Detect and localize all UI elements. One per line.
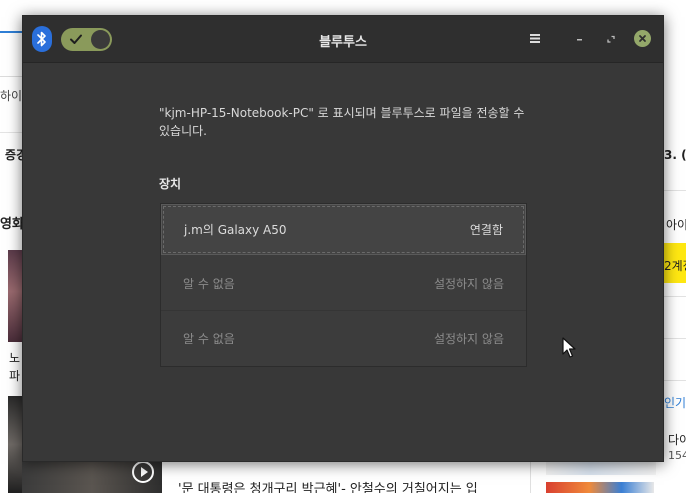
play-icon[interactable] (132, 461, 154, 483)
device-status: 설정하지 않음 (433, 332, 504, 346)
bg-news-caption-1b[interactable]: 파 (9, 367, 20, 384)
bg-news-caption-1a[interactable]: 노 (9, 349, 20, 366)
device-row[interactable]: 알 수 없음 설정하지 않음 (161, 311, 526, 366)
bg-right-text-1: 아이 (666, 218, 686, 232)
devices-heading: 장치 (159, 177, 182, 191)
mouse-cursor-icon (562, 337, 576, 358)
bg-column-divider (530, 462, 531, 493)
bg-divider-1 (0, 76, 22, 77)
bg-right-divider-1 (664, 190, 686, 191)
bg-right-heading: 3. (목 (664, 148, 686, 162)
bg-news-thumbnail-1[interactable] (8, 250, 22, 342)
visibility-description: "kjm-HP-15-Notebook-PC" 로 표시되며 블루투스로 파일을… (159, 106, 525, 138)
bluetooth-window: 블루투스 "kjm-HP-15-Notebook-PC" 로 표시되며 블루투스… (22, 15, 664, 462)
bg-right-count: 154 (668, 449, 686, 462)
bg-login-label[interactable]: 2계정 (664, 257, 686, 274)
bg-tab-underline (0, 31, 24, 33)
device-list: j.m의 Galaxy A50 연결함 알 수 없음 설정하지 않음 알 수 없… (160, 203, 527, 367)
title-bar[interactable]: 블루투스 (23, 16, 663, 63)
bg-headline[interactable]: '문 대통령은 청개구리 박근혜'- 안철수의 거칠어지는 입 (178, 478, 478, 493)
bg-right-link[interactable]: 인기 (664, 394, 686, 411)
device-row[interactable]: 알 수 없음 설정하지 않음 (161, 256, 526, 311)
bg-right-divider-4 (664, 380, 686, 381)
close-icon[interactable] (634, 30, 651, 47)
hamburger-menu-icon[interactable] (528, 30, 542, 46)
device-name: 알 수 없음 (183, 332, 235, 346)
bg-divider-2 (0, 132, 22, 133)
bg-ad-image-1[interactable] (546, 462, 656, 475)
bg-right-divider-3 (664, 338, 686, 339)
window-title: 블루투스 (319, 35, 367, 50)
device-status: 설정하지 않음 (433, 276, 504, 291)
device-status: 연결함 (469, 223, 503, 237)
bg-right-text-2: 다이 (668, 433, 686, 447)
device-name: 알 수 없음 (183, 276, 235, 291)
bg-right-divider-2 (664, 296, 686, 297)
bg-news-thumbnail-2[interactable] (8, 396, 22, 493)
device-name: j.m의 Galaxy A50 (184, 223, 287, 237)
bg-text-hai: 하이 (0, 89, 23, 103)
device-row[interactable]: j.m의 Galaxy A50 연결함 (161, 204, 526, 255)
minimize-icon[interactable] (570, 30, 588, 48)
bg-ad-image-2[interactable] (546, 482, 654, 493)
maximize-icon[interactable] (602, 30, 620, 48)
